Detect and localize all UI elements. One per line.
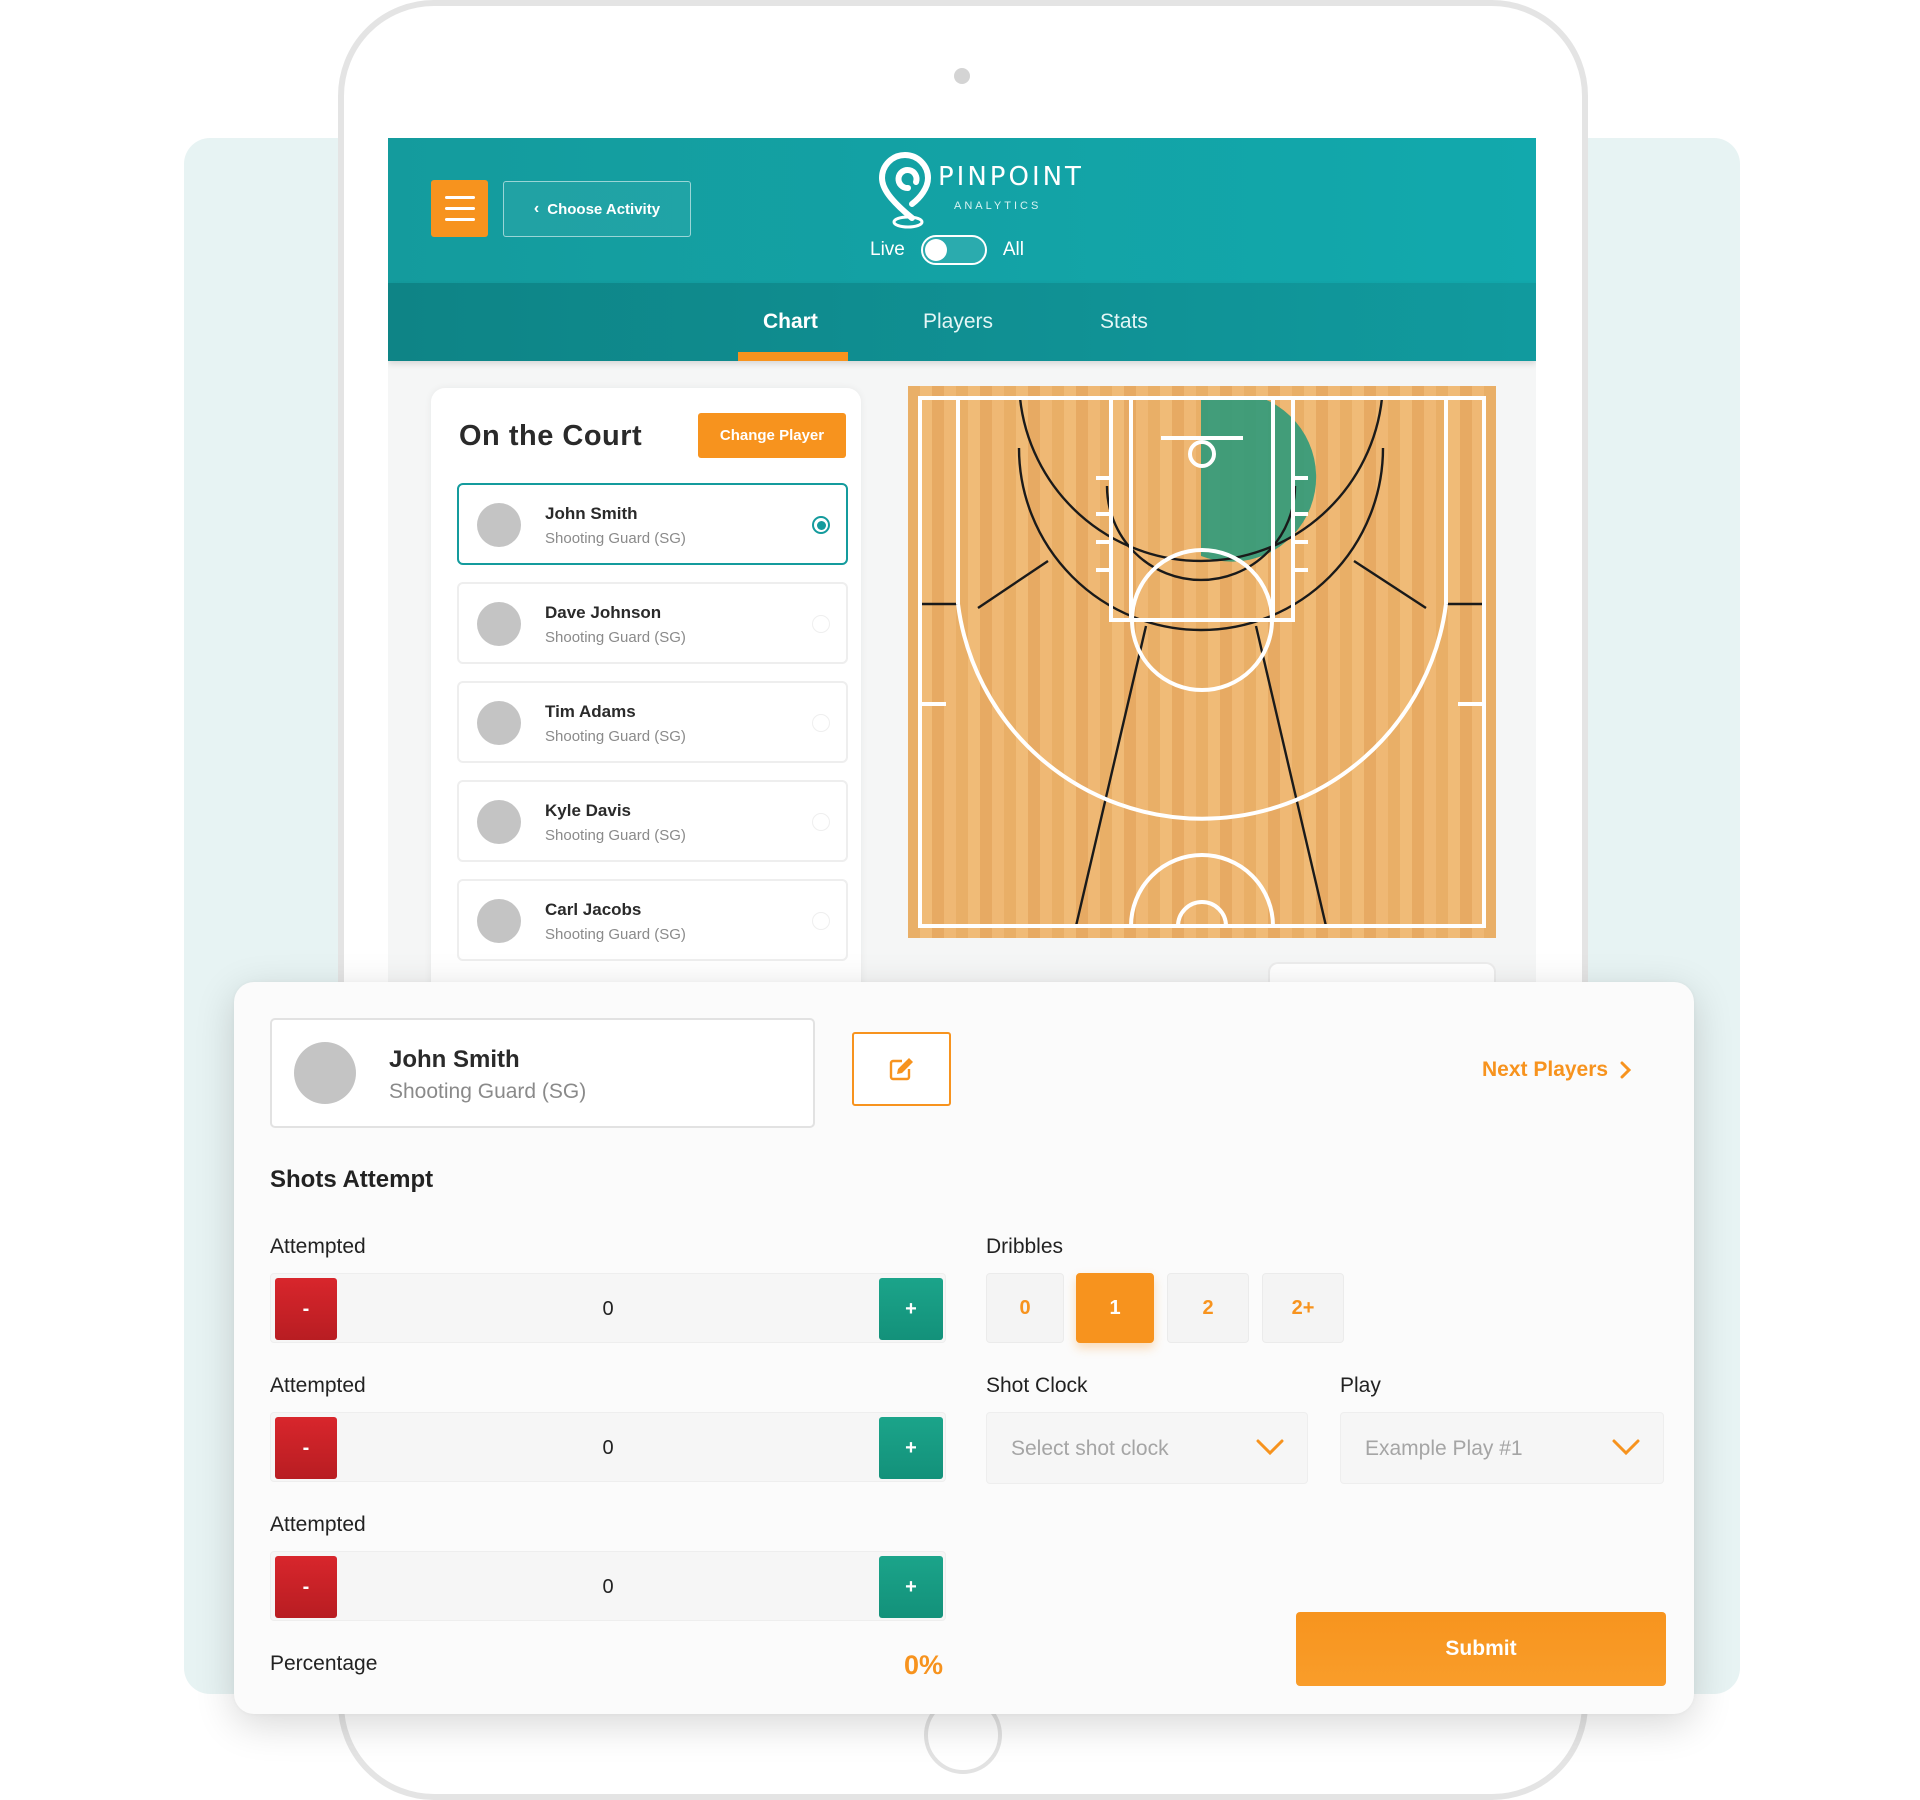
tablet-camera <box>954 68 970 84</box>
decrement-button[interactable]: - <box>275 1417 337 1479</box>
menu-button[interactable] <box>431 180 488 237</box>
menu-icon-bar <box>444 196 475 199</box>
on-the-court-card: On the Court Change Player John Smith Sh… <box>431 388 861 1008</box>
player-role: Shooting Guard (SG) <box>545 629 686 646</box>
tab-bar: Chart Players Stats <box>388 283 1536 361</box>
player-name: Carl Jacobs <box>545 900 642 919</box>
chevron-right-icon <box>1620 1061 1632 1079</box>
dribbles-label: Dribbles <box>986 1235 1064 1258</box>
player-radio[interactable] <box>812 615 830 633</box>
player-radio[interactable] <box>812 813 830 831</box>
shot-clock-select[interactable]: Select shot clock <box>986 1412 1308 1484</box>
dribbles-option-1[interactable]: 1 <box>1076 1273 1154 1343</box>
player-role: Shooting Guard (SG) <box>545 926 686 943</box>
avatar <box>477 602 521 646</box>
dribbles-option-2[interactable]: 2 <box>1167 1273 1249 1343</box>
brand-name: PINPOINT <box>938 162 1084 192</box>
player-radio[interactable] <box>812 714 830 732</box>
live-all-toggle-row: Live All <box>870 234 1024 266</box>
brand-subtitle: ANALYTICS <box>954 200 1042 212</box>
current-player-role: Shooting Guard (SG) <box>389 1080 587 1103</box>
percentage-label: Percentage <box>270 1652 378 1675</box>
live-all-toggle[interactable] <box>920 235 987 265</box>
increment-button[interactable]: + <box>879 1556 943 1618</box>
dribbles-option-2-plus[interactable]: 2+ <box>1262 1273 1344 1343</box>
choose-activity-label: Choose Activity <box>547 200 661 218</box>
player-radio[interactable] <box>812 516 830 534</box>
attempted-label: Attempted <box>270 1235 366 1258</box>
choose-activity-button[interactable]: ‹ Choose Activity <box>503 181 691 237</box>
player-row-tim-adams[interactable]: Tim Adams Shooting Guard (SG) <box>457 681 848 763</box>
avatar <box>477 503 521 547</box>
attempted-label: Attempted <box>270 1513 366 1536</box>
player-row-john-smith[interactable]: John Smith Shooting Guard (SG) <box>457 483 848 565</box>
next-players-link[interactable]: Next Players <box>1482 1058 1632 1082</box>
avatar <box>477 701 521 745</box>
play-select[interactable]: Example Play #1 <box>1340 1412 1664 1484</box>
attempted-label: Attempted <box>270 1374 366 1397</box>
chevron-left-icon: ‹ <box>533 200 540 217</box>
player-name: Kyle Davis <box>545 801 631 820</box>
toggle-knob <box>924 239 947 261</box>
player-name: Dave Johnson <box>545 603 662 622</box>
avatar <box>477 899 521 943</box>
increment-button[interactable]: + <box>879 1278 943 1340</box>
attempted-stepper: - 0 + <box>270 1273 946 1343</box>
submit-button[interactable]: Submit <box>1296 1612 1666 1686</box>
next-players-label: Next Players <box>1482 1058 1609 1081</box>
attempted-stepper: - 0 + <box>270 1412 946 1482</box>
on-the-court-title: On the Court <box>459 420 643 452</box>
play-label: Play <box>1340 1374 1381 1397</box>
chevron-down-icon <box>1256 1439 1284 1456</box>
player-radio[interactable] <box>812 912 830 930</box>
toggle-live-label: Live <box>870 239 905 260</box>
basketball-court-chart[interactable] <box>908 386 1496 938</box>
current-player-name: John Smith <box>389 1046 520 1073</box>
shot-clock-label: Shot Clock <box>986 1374 1088 1397</box>
percentage-value: 0% <box>904 1650 944 1680</box>
tab-players[interactable]: Players <box>923 283 993 361</box>
increment-button[interactable]: + <box>879 1417 943 1479</box>
edit-player-button[interactable] <box>852 1032 951 1106</box>
menu-icon-bar <box>444 218 475 221</box>
attempted-stepper: - 0 + <box>270 1551 946 1621</box>
stepper-value[interactable]: 0 <box>337 1413 879 1483</box>
shot-clock-placeholder: Select shot clock <box>1011 1437 1169 1460</box>
tab-stats[interactable]: Stats <box>1100 283 1148 361</box>
player-row-dave-johnson[interactable]: Dave Johnson Shooting Guard (SG) <box>457 582 848 664</box>
menu-icon-bar <box>444 207 475 210</box>
decrement-button[interactable]: - <box>275 1556 337 1618</box>
change-player-button[interactable]: Change Player <box>698 413 846 458</box>
avatar <box>477 800 521 844</box>
stepper-value[interactable]: 0 <box>337 1274 879 1344</box>
dribbles-option-0[interactable]: 0 <box>986 1273 1064 1343</box>
chevron-down-icon <box>1612 1439 1640 1456</box>
shots-attempt-title: Shots Attempt <box>270 1166 434 1193</box>
edit-icon <box>889 1058 913 1081</box>
player-role: Shooting Guard (SG) <box>545 530 686 547</box>
app-header: ‹ Choose Activity PINPOINT ANALYTICS Liv… <box>388 138 1536 283</box>
stepper-value[interactable]: 0 <box>337 1552 879 1622</box>
player-role: Shooting Guard (SG) <box>545 827 686 844</box>
player-row-carl-jacobs[interactable]: Carl Jacobs Shooting Guard (SG) <box>457 879 848 961</box>
avatar <box>294 1042 356 1104</box>
active-tab-indicator <box>738 352 848 361</box>
current-player-card: John Smith Shooting Guard (SG) <box>270 1018 815 1128</box>
player-role: Shooting Guard (SG) <box>545 728 686 745</box>
player-name: John Smith <box>545 504 638 523</box>
decrement-button[interactable]: - <box>275 1278 337 1340</box>
tab-chart[interactable]: Chart <box>763 283 818 361</box>
player-name: Tim Adams <box>545 702 636 721</box>
shot-entry-panel: John Smith Shooting Guard (SG) Next Play… <box>234 982 1694 1714</box>
player-row-kyle-davis[interactable]: Kyle Davis Shooting Guard (SG) <box>457 780 848 862</box>
play-placeholder: Example Play #1 <box>1365 1437 1523 1460</box>
toggle-all-label: All <box>1002 239 1024 260</box>
